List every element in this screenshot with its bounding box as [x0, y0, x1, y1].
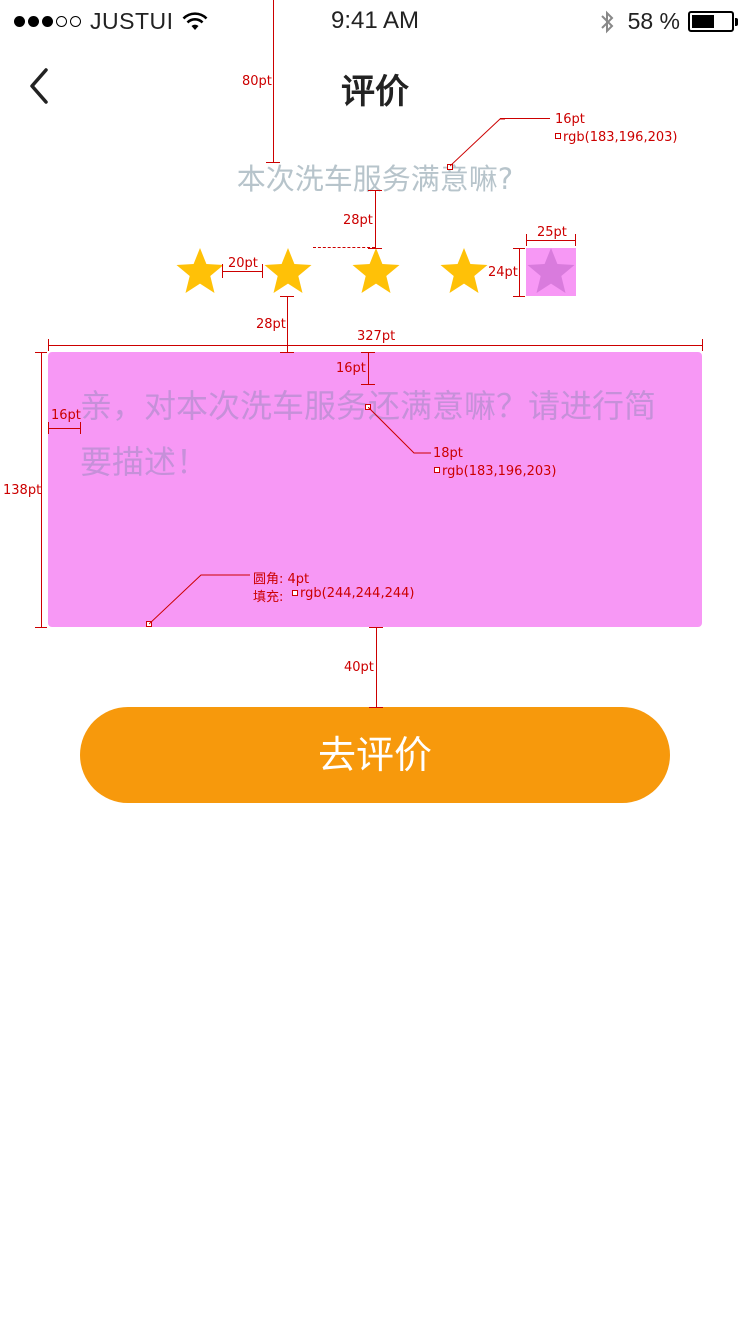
annotation-tick	[361, 384, 375, 385]
annotation-tick	[280, 352, 294, 353]
annotation-line	[526, 240, 576, 241]
annotation-tick	[222, 264, 223, 278]
annotation-line	[376, 627, 377, 707]
annotation-swatch	[434, 467, 440, 473]
annotation-line	[287, 296, 288, 352]
annotation-tick	[368, 248, 382, 249]
annotation-tick	[48, 422, 49, 434]
annotation-tick	[526, 234, 527, 246]
annotation-leader	[450, 118, 505, 167]
annotation-tick	[368, 190, 382, 191]
annotation-line	[368, 352, 369, 384]
annotation-line	[273, 0, 274, 162]
annotation-tick	[369, 627, 383, 628]
annotation-tick	[35, 352, 47, 353]
status-bar-right: 58 %	[598, 8, 738, 35]
annotation-tick	[513, 296, 525, 297]
annotation-fill: 填充:	[253, 586, 283, 605]
annotation-line	[48, 428, 80, 429]
annotation-swatch	[292, 590, 298, 596]
annotation-star-height: 24pt	[488, 265, 518, 280]
annotation-tick	[266, 162, 280, 163]
annotation-tick	[369, 707, 383, 708]
annotation-question-color: rgb(183,196,203)	[563, 130, 678, 145]
annotation-question-gap: 28pt	[343, 213, 373, 228]
annotation-nav-height: 80pt	[242, 74, 272, 89]
annotation-tick	[35, 627, 47, 628]
star-2-icon[interactable]	[262, 246, 314, 298]
star-4-icon[interactable]	[438, 246, 490, 298]
status-bar: JUSTUI 9:41 AM 58 %	[0, 0, 750, 42]
annotation-padding-left: 16pt	[51, 408, 81, 423]
annotation-line	[48, 345, 702, 346]
annotation-corner-value: 4pt	[287, 572, 310, 587]
annotation-tick	[575, 234, 576, 246]
annotation-line	[222, 271, 262, 272]
annotation-dashed-line	[313, 247, 375, 248]
annotation-tick	[361, 352, 375, 353]
annotation-tick	[702, 339, 703, 351]
star-3-icon[interactable]	[350, 246, 402, 298]
annotation-corner-label: 圆角:	[253, 572, 284, 587]
annotation-star-width: 25pt	[537, 225, 567, 240]
annotation-tick	[48, 339, 49, 351]
annotation-tick	[280, 296, 294, 297]
page-title: 评价	[341, 72, 409, 112]
annotation-star-gap: 20pt	[228, 256, 258, 271]
annotation-fill-value: rgb(244,244,244)	[300, 586, 415, 601]
battery-percent: 58 %	[627, 8, 680, 34]
annotation-placeholder-color: rgb(183,196,203)	[442, 464, 557, 479]
annotation-corner: 圆角: 4pt	[253, 568, 309, 587]
annotation-button-gap: 40pt	[344, 660, 374, 675]
annotation-leader	[149, 574, 250, 625]
battery-fill	[692, 15, 715, 28]
star-5-icon[interactable]	[525, 246, 577, 298]
annotation-stars-gap: 28pt	[256, 317, 286, 332]
submit-review-button[interactable]: 去评价	[80, 707, 670, 803]
bluetooth-icon	[600, 10, 613, 33]
annotation-line	[375, 190, 376, 248]
annotation-swatch	[555, 133, 561, 139]
annotation-question-font: 16pt	[555, 112, 585, 127]
annotation-tick	[513, 248, 525, 249]
annotation-padding-top: 16pt	[336, 361, 366, 376]
star-1-icon[interactable]	[174, 246, 226, 298]
annotation-box-height: 138pt	[3, 483, 42, 498]
annotation-placeholder-font: 18pt	[433, 446, 463, 461]
annotation-tick	[262, 264, 263, 278]
annotation-box-width: 327pt	[357, 329, 396, 344]
annotation-fill-label: 填充:	[253, 590, 284, 605]
annotation-tick	[80, 422, 81, 434]
annotation-leader	[368, 407, 431, 454]
annotation-line	[519, 248, 520, 296]
annotation-line	[500, 118, 550, 119]
battery-icon	[688, 11, 738, 32]
